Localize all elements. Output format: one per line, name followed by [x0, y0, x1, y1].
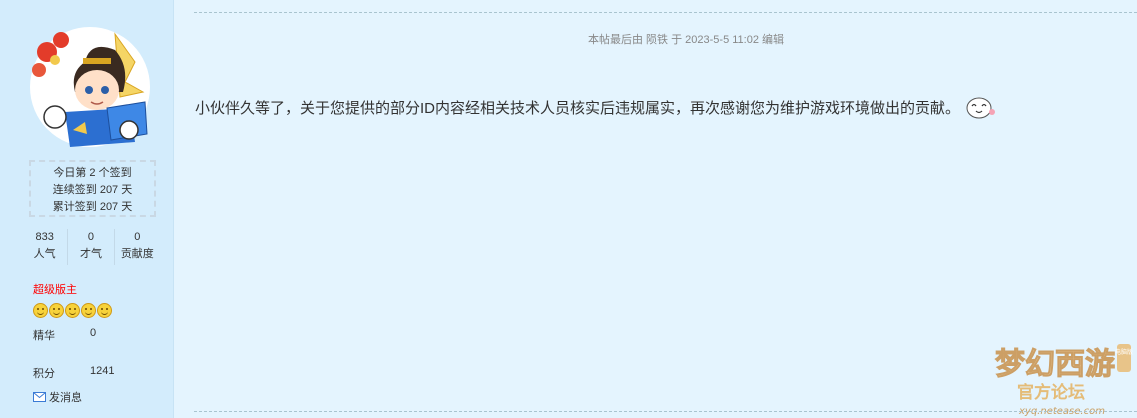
points-value: 1241 [90, 365, 115, 377]
smiley-face-icon [65, 303, 80, 318]
stat-label: 贡献度 [120, 248, 154, 260]
points-field: 积分 1241 [33, 365, 114, 381]
post-body: 小伙伴久等了，关于您提供的部分ID内容经相关技术人员核实后违规属实，再次感谢您为… [195, 92, 996, 122]
edit-note: 本帖最后由 陨铁 于 2023-5-5 11:02 编辑 [588, 34, 785, 46]
sign-today: 今日第 2 个签到 [53, 167, 132, 179]
user-rank[interactable]: 超级版主 [33, 281, 77, 297]
stat-contribution[interactable]: 0 贡献度 [115, 229, 160, 265]
essence-label: 精华 [33, 330, 55, 342]
logo-subtitle-text: 官方论坛 [1017, 382, 1085, 403]
stat-value: 0 [134, 231, 141, 243]
post-text: 小伙伴久等了，关于您提供的部分ID内容经相关技术人员核实后违规属实，再次感谢您为… [195, 99, 961, 117]
logo-title-text: 梦幻西游 [995, 347, 1115, 382]
top-divider [194, 12, 1137, 13]
smiley-face-icon [81, 303, 96, 318]
forum-logo-watermark: 梦幻西游 电脑版 官方论坛 xyq.netease.com [995, 344, 1133, 417]
smiley-face-icon [33, 303, 48, 318]
stat-label: 人气 [33, 248, 56, 260]
sign-in-info: 今日第 2 个签到 连续签到 207 天 累计签到 207 天 [29, 160, 156, 217]
bottom-divider [194, 411, 1137, 412]
sign-streak: 连续签到 207 天 [52, 184, 133, 196]
essence-value[interactable]: 0 [90, 327, 96, 339]
stat-value: 833 [35, 231, 54, 243]
sign-total: 累计签到 207 天 [52, 201, 133, 213]
rank-faces [33, 303, 112, 318]
smile-emoticon-icon [966, 97, 996, 119]
user-stats: 833 人气 0 才气 0 贡献度 [22, 229, 160, 265]
logo-badge-text: 电脑版 [1115, 348, 1133, 356]
stat-label: 才气 [79, 248, 102, 260]
send-message-label: 发消息 [49, 392, 82, 404]
stat-talent[interactable]: 0 才气 [68, 229, 115, 265]
stat-value: 0 [87, 231, 95, 243]
points-label: 积分 [33, 368, 55, 380]
post-content-area: 本帖最后由 陨铁 于 2023-5-5 11:02 编辑 小伙伴久等了，关于您提… [174, 0, 1137, 418]
smiley-face-icon [97, 303, 112, 318]
user-avatar[interactable] [25, 22, 155, 152]
envelope-icon [33, 392, 46, 402]
smiley-face-icon [49, 303, 64, 318]
author-sidebar: 今日第 2 个签到 连续签到 207 天 累计签到 207 天 833 人气 0… [0, 0, 174, 418]
send-message-link[interactable]: 发消息 [33, 389, 82, 405]
stat-popularity[interactable]: 833 人气 [22, 229, 69, 265]
essence-field: 精华 0 [33, 327, 96, 343]
